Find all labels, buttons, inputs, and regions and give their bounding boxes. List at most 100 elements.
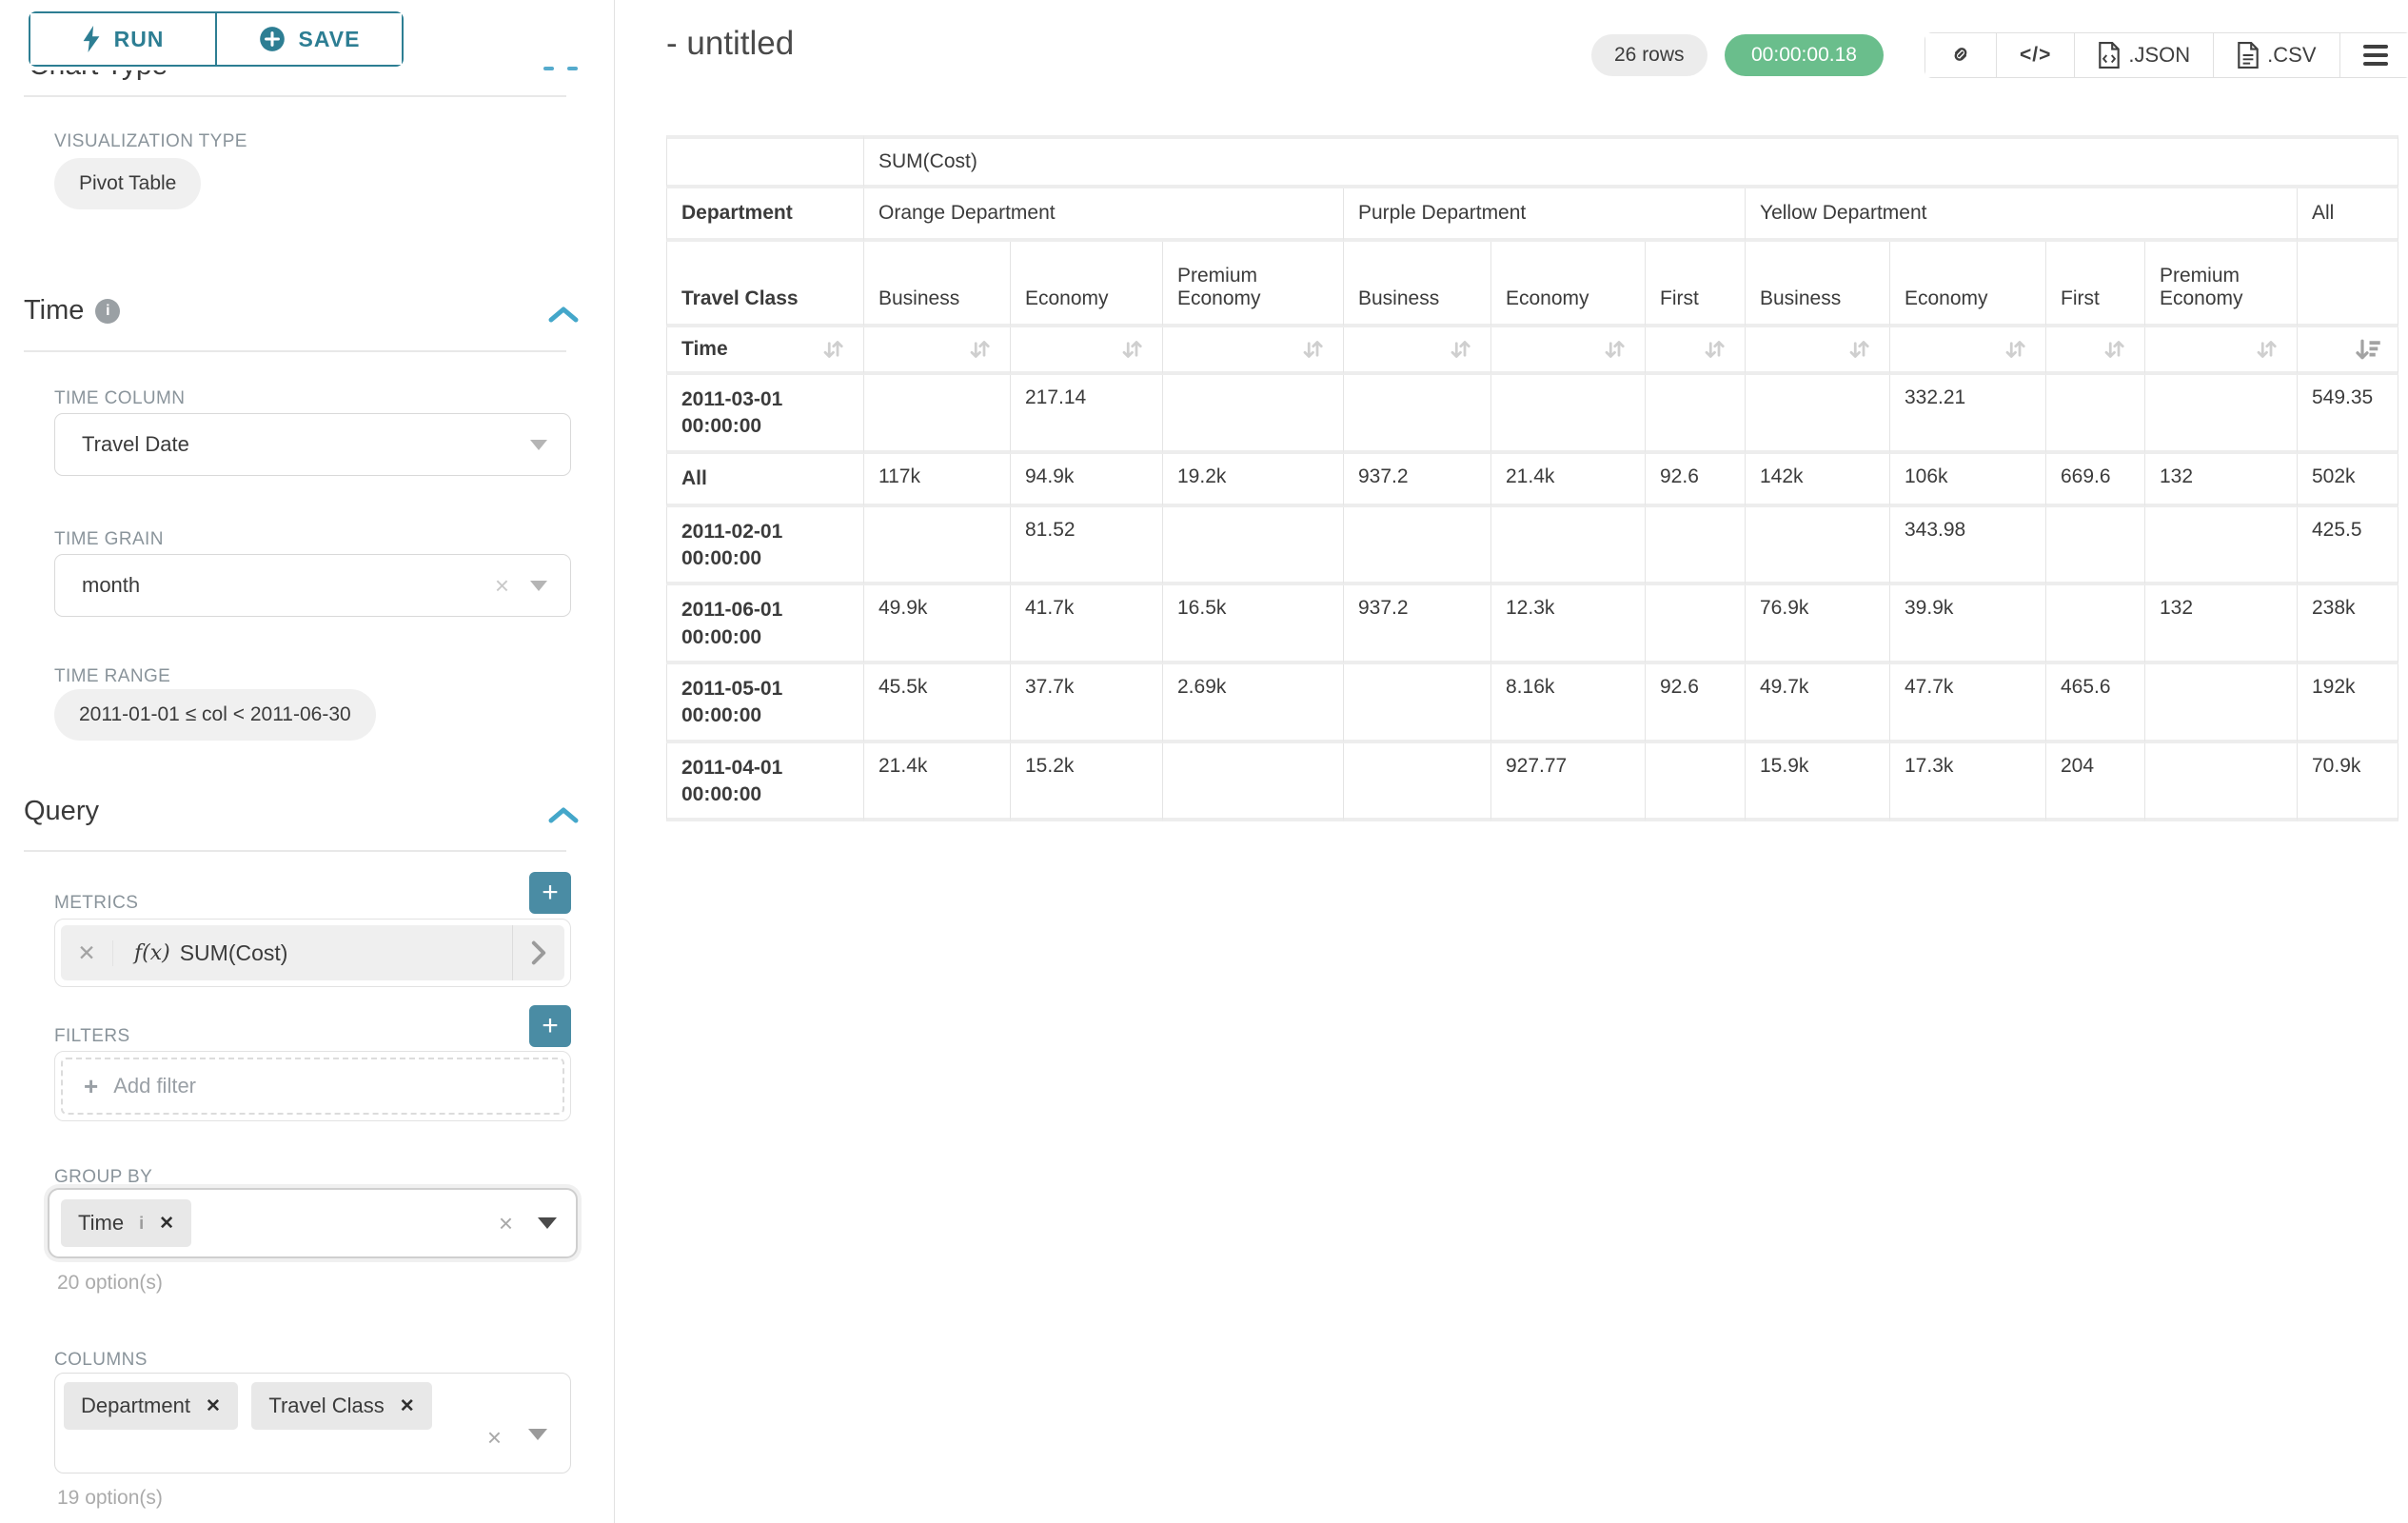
- sort-header-cell[interactable]: [1646, 327, 1746, 375]
- cell: [2145, 743, 2298, 822]
- sort-header-cell[interactable]: [1011, 327, 1163, 375]
- chart-title[interactable]: - untitled: [666, 25, 794, 63]
- cell: 16.5k: [1163, 585, 1344, 664]
- group-by-select[interactable]: Time i ✕ ×: [48, 1188, 578, 1258]
- sort-row: Time: [666, 327, 2398, 375]
- sort-header-cell-active[interactable]: [2298, 327, 2398, 375]
- cell: [2046, 375, 2145, 454]
- cell: [1646, 507, 1746, 586]
- sort-header-cell[interactable]: [1746, 327, 1890, 375]
- query-section-title: Query: [24, 796, 99, 827]
- sort-header-cell[interactable]: [864, 327, 1011, 375]
- cell: [1163, 375, 1344, 454]
- row-label: 2011-04-01 00:00:00: [666, 743, 864, 822]
- cell: 502k: [2298, 454, 2398, 507]
- sort-icon: [1698, 335, 1730, 364]
- travel-class-header-row: Travel Class Business Economy Premium Ec…: [666, 242, 2398, 327]
- hamburger-menu-icon: [2363, 45, 2388, 66]
- cell: 332.21: [1890, 375, 2046, 454]
- cell: 41.7k: [1011, 585, 1163, 664]
- cell: 132: [2145, 454, 2298, 507]
- run-button-label: RUN: [114, 27, 165, 52]
- cell: 549.35: [2298, 375, 2398, 454]
- remove-metric-icon[interactable]: ✕: [61, 940, 113, 966]
- chart-type-collapse-chevron-fragment: [543, 67, 554, 70]
- remove-chip-icon[interactable]: ✕: [400, 1395, 415, 1417]
- cell: 937.2: [1344, 454, 1491, 507]
- cell: [1344, 664, 1491, 743]
- json-button-label: .JSON: [2128, 43, 2190, 68]
- travel-class-header: First: [1646, 242, 1746, 327]
- add-metric-button[interactable]: +: [529, 872, 571, 914]
- clear-icon[interactable]: ×: [487, 1423, 502, 1453]
- cell: 106k: [1890, 454, 2046, 507]
- cell: 132: [2145, 585, 2298, 664]
- columns-chip-department[interactable]: Department ✕: [64, 1382, 238, 1430]
- time-range-pill[interactable]: 2011-01-01 ≤ col < 2011-06-30: [54, 689, 376, 741]
- query-collapse-chevron-icon[interactable]: [547, 805, 580, 826]
- travel-class-header: Economy: [1890, 242, 2046, 327]
- travel-class-header: Economy: [1011, 242, 1163, 327]
- export-json-button[interactable]: .JSON: [2074, 33, 2213, 77]
- cell: 238k: [2298, 585, 2398, 664]
- section-divider: [24, 95, 566, 97]
- export-button-group: </> .JSON .CSV: [1924, 32, 2408, 78]
- row-label: 2011-02-01 00:00:00: [666, 507, 864, 586]
- columns-select[interactable]: Department ✕ Travel Class ✕ ×: [54, 1373, 571, 1474]
- cell: [1344, 507, 1491, 586]
- section-divider: [24, 850, 566, 852]
- clear-icon[interactable]: ×: [495, 571, 509, 601]
- sort-header-cell[interactable]: [2145, 327, 2298, 375]
- share-link-button[interactable]: [1925, 33, 1996, 77]
- add-filter-button[interactable]: + Add filter: [61, 1058, 564, 1115]
- filters-field: + Add filter: [54, 1051, 571, 1121]
- travel-class-header: Business: [864, 242, 1011, 327]
- sort-icon: [963, 335, 996, 364]
- department-axis-label: Department: [666, 188, 864, 242]
- view-query-button[interactable]: </>: [1996, 33, 2074, 77]
- chart-menu-button[interactable]: [2339, 33, 2408, 77]
- table-row: All 117k 94.9k 19.2k 937.2 21.4k 92.6 14…: [666, 454, 2398, 507]
- sort-header-cell[interactable]: [2046, 327, 2145, 375]
- sort-icon: [2250, 335, 2282, 364]
- cell: 2.69k: [1163, 664, 1344, 743]
- cell: [2046, 507, 2145, 586]
- cell: 425.5: [2298, 507, 2398, 586]
- columns-chip-travel-class[interactable]: Travel Class ✕: [251, 1382, 431, 1430]
- remove-chip-icon[interactable]: ✕: [206, 1395, 221, 1417]
- save-button-label: SAVE: [299, 27, 361, 52]
- time-sort-header-cell[interactable]: Time: [666, 327, 864, 375]
- function-icon: f(x): [134, 941, 170, 965]
- run-save-button-group: RUN SAVE: [29, 11, 404, 67]
- add-filter-plus-button[interactable]: +: [529, 1005, 571, 1047]
- csv-file-icon: [2237, 42, 2260, 69]
- sort-header-cell[interactable]: [1491, 327, 1646, 375]
- group-by-chip-time[interactable]: Time i ✕: [61, 1199, 191, 1247]
- expand-metric-control[interactable]: [512, 925, 564, 980]
- visualization-type-label: VISUALIZATION TYPE: [54, 131, 247, 152]
- cell: 49.7k: [1746, 664, 1890, 743]
- time-column-select[interactable]: Travel Date: [54, 413, 571, 476]
- cell: 39.9k: [1890, 585, 2046, 664]
- run-button[interactable]: RUN: [30, 13, 215, 65]
- time-grain-value: month: [82, 573, 140, 598]
- export-csv-button[interactable]: .CSV: [2213, 33, 2339, 77]
- time-collapse-chevron-icon[interactable]: [547, 305, 580, 326]
- travel-class-header: Economy: [1491, 242, 1646, 327]
- cell: 49.9k: [864, 585, 1011, 664]
- cell: [864, 507, 1011, 586]
- sort-header-cell[interactable]: [1163, 327, 1344, 375]
- chip-label: Time: [78, 1211, 124, 1236]
- metric-pill[interactable]: ✕ f(x) SUM(Cost): [61, 925, 564, 980]
- sort-header-cell[interactable]: [1344, 327, 1491, 375]
- save-button[interactable]: SAVE: [215, 13, 402, 65]
- clear-icon[interactable]: ×: [499, 1209, 513, 1238]
- sort-icon: [1598, 335, 1630, 364]
- sort-header-cell[interactable]: [1890, 327, 2046, 375]
- row-label: 2011-03-01 00:00:00: [666, 375, 864, 454]
- row-label: All: [666, 454, 864, 507]
- cell: 21.4k: [864, 743, 1011, 822]
- visualization-type-pill[interactable]: Pivot Table: [54, 158, 201, 209]
- remove-chip-icon[interactable]: ✕: [159, 1213, 174, 1235]
- time-grain-select[interactable]: month ×: [54, 554, 571, 617]
